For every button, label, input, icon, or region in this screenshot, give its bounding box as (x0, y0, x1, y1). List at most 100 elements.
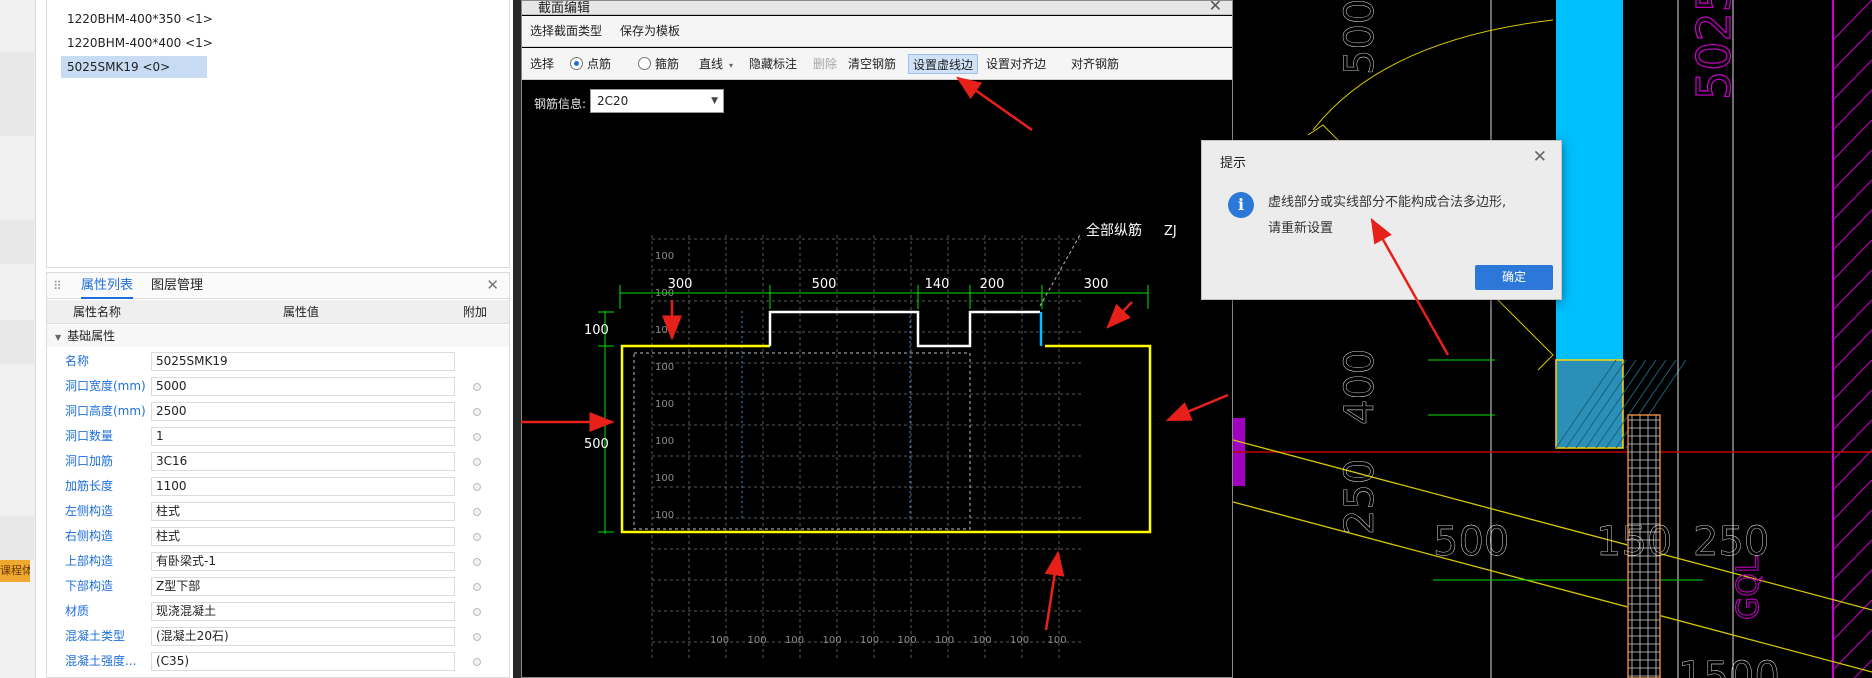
rebar-info-select[interactable]: 2C20 ▼ (590, 89, 724, 113)
extra-indicator[interactable] (473, 508, 481, 516)
grid-label: 100 (655, 251, 674, 262)
extra-indicator[interactable] (473, 633, 481, 641)
cad-magenta-hatch (1832, 209, 1872, 251)
cad-drawing-area[interactable]: 500040025050015025015005025SMKGQL (1233, 0, 1872, 678)
dialog-title: 提示 (1220, 156, 1247, 171)
property-value-field[interactable]: 有卧梁式-1 (151, 552, 455, 571)
select-tool[interactable]: 选择 (530, 48, 554, 80)
section-canvas[interactable]: 100 100 100 100 100 100 100 100 100 100 100 100 100 1… (522, 81, 1232, 678)
section-outline-white (768, 310, 1040, 348)
property-value-field[interactable]: (混凝土20石) (151, 627, 455, 646)
property-row[interactable]: 材质 现浇混凝土 (47, 599, 509, 624)
property-row[interactable]: 混凝土强度... (C35) (47, 649, 509, 674)
editor-toolbar: 选择 点筋 箍筋 直线 ▾ 隐藏标注 删除 清空钢筋 设置虚线边 设置对齐边 对齐… (522, 48, 1232, 80)
info-icon: i (1228, 192, 1254, 218)
cad-magenta-hatch (1832, 119, 1872, 161)
property-row[interactable]: 右侧构造 柱式 (47, 524, 509, 549)
property-value-field[interactable]: 2500 (151, 402, 455, 421)
cad-magenta-hatch (1832, 59, 1872, 101)
section-editor-window: 截面编辑 ✕ 选择截面类型 保存为模板 选择 点筋 箍筋 直线 ▾ 隐藏标注 删除… (521, 0, 1233, 678)
prompt-dialog: 提示 ✕ i 虚线部分或实线部分不能构成合法多边形, 请重新设置 确定 (1201, 140, 1562, 300)
extra-indicator[interactable] (473, 408, 481, 416)
stirrup-radio[interactable]: 箍筋 (638, 48, 679, 80)
close-icon[interactable]: ✕ (1209, 1, 1222, 14)
property-value-field[interactable]: 5025SMK19 (151, 352, 455, 371)
tab-property-list[interactable]: 属性列表 (81, 273, 134, 299)
extra-indicator[interactable] (473, 433, 481, 441)
property-row[interactable]: 洞口数量 1 (47, 424, 509, 449)
property-value-field[interactable]: 柱式 (151, 527, 455, 546)
callout-code: ZJ (1164, 224, 1177, 239)
panel-divider[interactable] (513, 0, 521, 678)
property-row[interactable]: 洞口宽度(mm) 5000 (47, 374, 509, 399)
property-value-field[interactable]: 3C16 (151, 452, 455, 471)
property-value-field[interactable]: 现浇混凝土 (151, 602, 455, 621)
set-dashed-edge-button[interactable]: 设置虚线边 (908, 54, 979, 74)
rebar-info-label: 钢筋信息: (534, 97, 587, 111)
list-item[interactable]: 1220BHM-400*350 <1> (61, 8, 219, 30)
property-row[interactable]: 洞口加筋 3C16 (47, 449, 509, 474)
cad-magenta-hatch (1832, 89, 1872, 131)
extra-indicator[interactable] (473, 533, 481, 541)
group-label: 基础属性 (67, 329, 116, 343)
property-group-basic[interactable]: ▼ 基础属性 (47, 325, 509, 347)
list-item[interactable]: 1220BHM-400*400 <1> (61, 32, 219, 54)
line-dropdown[interactable]: 直线 ▾ (699, 48, 733, 80)
property-value-field[interactable]: 5000 (151, 377, 455, 396)
top-dimension-text: 300 (668, 277, 693, 292)
cad-magenta-hatch (1832, 0, 1872, 41)
property-row[interactable]: 上部构造 有卧梁式-1 (47, 549, 509, 574)
set-align-edge-button[interactable]: 设置对齐边 (986, 48, 1046, 80)
grid-label: 100 (973, 635, 992, 646)
property-row[interactable]: 下部构造 Z型下部 (47, 574, 509, 599)
radio-off-icon[interactable] (638, 57, 651, 70)
ok-button[interactable]: 确定 (1475, 265, 1553, 290)
close-icon[interactable]: ✕ (1533, 147, 1547, 167)
editor-title: 截面编辑 (538, 1, 591, 15)
cad-magenta-hatch (1832, 629, 1872, 671)
cad-magenta-hatch (1832, 509, 1872, 551)
cad-magenta-hatch (1832, 269, 1872, 311)
list-item-selected[interactable]: 5025SMK19 <0> (61, 56, 207, 78)
left-dimension-text: 500 (584, 437, 609, 452)
tab-layer-management[interactable]: 图层管理 (151, 273, 203, 299)
extra-indicator[interactable] (473, 658, 481, 666)
cad-magenta-hatch (1832, 179, 1872, 221)
property-row[interactable]: 左侧构造 柱式 (47, 499, 509, 524)
point-rebar-radio[interactable]: 点筋 (570, 48, 611, 80)
extra-indicator[interactable] (473, 558, 481, 566)
property-value-field[interactable]: Z型下部 (151, 577, 455, 596)
property-table-header: 属性名称 属性值 附加 (47, 300, 509, 324)
collapse-icon[interactable]: ▼ (55, 333, 61, 342)
menu-save-as-template[interactable]: 保存为模板 (620, 16, 680, 47)
property-name: 洞口高度(mm) (65, 404, 146, 418)
property-row[interactable]: 混凝土类型 (混凝土20石) (47, 624, 509, 649)
align-rebar-button[interactable]: 对齐钢筋 (1071, 48, 1119, 80)
property-row[interactable]: 洞口高度(mm) 2500 (47, 399, 509, 424)
property-value-field[interactable]: 1 (151, 427, 455, 446)
cad-magenta-small-text: GQL (1731, 556, 1766, 620)
cad-drawing[interactable]: 500040025050015025015005025SMKGQL (1233, 0, 1872, 678)
extra-indicator[interactable] (473, 583, 481, 591)
clear-rebar-button[interactable]: 清空钢筋 (848, 48, 896, 80)
property-row[interactable]: 加筋长度 1100 (47, 474, 509, 499)
delete-button[interactable]: 删除 (813, 48, 837, 80)
property-value-field[interactable]: 柱式 (151, 502, 455, 521)
extra-indicator[interactable] (473, 458, 481, 466)
extra-indicator[interactable] (473, 483, 481, 491)
cad-dimension-text: 150 (1596, 519, 1672, 565)
property-value-field[interactable]: (C35) (151, 652, 455, 671)
close-icon[interactable]: ✕ (486, 276, 499, 294)
callout-text: 全部纵筋 (1086, 222, 1142, 239)
extra-indicator[interactable] (473, 383, 481, 391)
radio-on-icon[interactable] (570, 57, 583, 70)
section-drawing[interactable]: 100 100 100 100 100 100 100 100 100 100 100 100 100 1… (522, 81, 1232, 678)
grid-label: 100 (655, 399, 674, 410)
hide-dimension-button[interactable]: 隐藏标注 (749, 48, 797, 80)
extra-indicator[interactable] (473, 608, 481, 616)
property-row[interactable]: 名称 5025SMK19 (47, 349, 509, 374)
menu-select-section-type[interactable]: 选择截面类型 (530, 16, 602, 47)
drag-grip-icon[interactable]: ⠿ (53, 279, 62, 293)
course-experience-tag[interactable]: 课程体验 (0, 560, 30, 582)
property-value-field[interactable]: 1100 (151, 477, 455, 496)
